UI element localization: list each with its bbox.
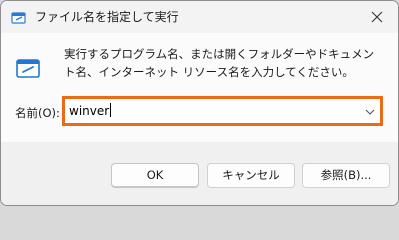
chevron-down-icon[interactable] xyxy=(363,105,377,119)
window-title: ファイル名を指定して実行 xyxy=(35,10,179,24)
title-bar[interactable]: ファイル名を指定して実行 xyxy=(1,1,398,33)
name-label: 名前(O): xyxy=(15,106,60,120)
button-bar: OK キャンセル 参照(B)... xyxy=(1,142,398,205)
cancel-button[interactable]: キャンセル xyxy=(207,163,295,188)
name-input-text: winver xyxy=(69,104,110,118)
browse-button[interactable]: 参照(B)... xyxy=(302,163,390,188)
run-icon xyxy=(16,59,40,78)
dialog-body: 実行するプログラム名、または開くフォルダーやドキュメント名、インターネット リソ… xyxy=(1,33,398,142)
instruction-text: 実行するプログラム名、または開くフォルダーやドキュメント名、インターネット リソ… xyxy=(64,47,375,79)
ok-button[interactable]: OK xyxy=(111,163,199,188)
close-icon xyxy=(371,11,383,23)
run-dialog: ファイル名を指定して実行 実行するプログラム名、または開くフォルダーやドキュメン… xyxy=(0,0,399,206)
text-caret xyxy=(110,103,112,117)
name-input[interactable]: winver xyxy=(69,103,112,119)
close-button[interactable] xyxy=(356,1,398,33)
name-combobox[interactable]: winver xyxy=(62,96,383,126)
run-app-icon xyxy=(11,12,26,24)
